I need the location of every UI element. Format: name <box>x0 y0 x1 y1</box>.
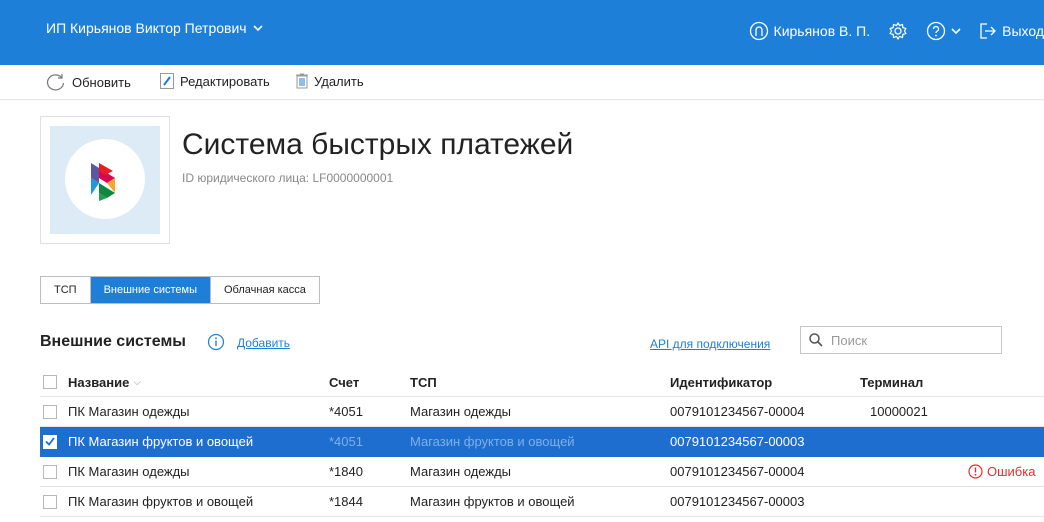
edit-button[interactable]: Редактировать <box>160 73 270 89</box>
organization-name: ИП Кирьянов Виктор Петрович <box>46 20 247 36</box>
cell-identifier: 0079101234567-00004 <box>670 404 805 419</box>
user-icon <box>749 21 768 41</box>
edit-label: Редактировать <box>180 73 270 89</box>
tab-tsp[interactable]: ТСП <box>41 277 90 303</box>
cell-account: *4051 <box>329 434 363 449</box>
column-terminal: Терминал <box>860 374 924 390</box>
sbp-logo-icon <box>91 163 115 201</box>
user-profile[interactable]: Кирьянов В. П. <box>749 21 871 41</box>
cell-tsp: Магазин фруктов и овощей <box>410 494 575 509</box>
user-name: Кирьянов В. П. <box>773 23 871 39</box>
cell-tsp: Магазин одежды <box>410 464 511 479</box>
api-link[interactable]: API для подключения <box>650 337 770 351</box>
checkmark-icon <box>45 437 55 446</box>
cell-tsp: Магазин фруктов и овощей <box>410 434 575 449</box>
cell-identifier: 0079101234567-00003 <box>670 434 805 449</box>
toolbar: Обновить Редактировать Удалить <box>0 65 1044 100</box>
row-checkbox-checked[interactable] <box>43 434 57 449</box>
delete-button[interactable]: Удалить <box>296 73 364 89</box>
cell-name: ПК Магазин одежды <box>68 404 190 419</box>
search-icon <box>809 333 823 347</box>
tab-cloud-cashbox[interactable]: Облачная касса <box>209 277 319 303</box>
table-row[interactable]: ПК Магазин одежды *4051 Магазин одежды 0… <box>40 397 1044 427</box>
error-icon <box>968 464 983 479</box>
delete-label: Удалить <box>314 73 364 89</box>
logout-icon <box>980 23 997 39</box>
cell-account: *4051 <box>329 404 363 419</box>
table-row-selected[interactable]: ПК Магазин фруктов и овощей *4051 Магази… <box>40 427 1044 457</box>
error-status[interactable]: Ошибка <box>968 457 1035 486</box>
column-tsp: ТСП <box>410 374 437 390</box>
refresh-label: Обновить <box>72 74 131 90</box>
cell-name: ПК Магазин фруктов и овощей <box>68 494 254 509</box>
cell-account: *1840 <box>329 464 363 479</box>
cell-tsp: Магазин одежды <box>410 404 511 419</box>
organization-selector[interactable]: ИП Кирьянов Виктор Петрович <box>46 20 263 36</box>
select-all-checkbox[interactable] <box>43 375 57 389</box>
cell-name: ПК Магазин одежды <box>68 464 190 479</box>
settings-button[interactable] <box>888 21 908 41</box>
row-checkbox[interactable] <box>43 464 57 479</box>
sbp-logo <box>65 139 145 219</box>
trash-icon <box>296 73 308 89</box>
cell-identifier: 0079101234567-00004 <box>670 464 805 479</box>
add-link[interactable]: Добавить <box>237 336 290 350</box>
row-checkbox[interactable] <box>43 404 57 419</box>
exit-label: Выход <box>1002 23 1044 39</box>
cell-terminal: 10000021 <box>870 404 928 419</box>
column-account: Счет <box>329 374 360 390</box>
tab-external-systems[interactable]: Внешние системы <box>89 277 210 303</box>
search-input[interactable] <box>829 331 993 349</box>
chevron-down-icon <box>951 27 961 34</box>
cell-account: *1844 <box>329 494 363 509</box>
tab-bar: ТСП Внешние системы Облачная касса <box>40 276 320 304</box>
error-label: Ошибка <box>987 464 1036 479</box>
entity-id: ID юридического лица: LF0000000001 <box>182 171 394 185</box>
refresh-button[interactable]: Обновить <box>46 73 131 91</box>
sort-icon: ⌵ <box>133 376 141 388</box>
top-bar: ИП Кирьянов Виктор Петрович Кирьянов В. … <box>0 0 1044 65</box>
external-systems-table: Название ⌵ Счет ТСП Идентификатор Термина… <box>40 368 1044 517</box>
page-title: Система быстрых платежей <box>182 128 574 161</box>
column-name[interactable]: Название ⌵ <box>68 368 141 396</box>
sbp-logo-card <box>40 116 170 244</box>
table-row[interactable]: ПК Магазин одежды *1840 Магазин одежды 0… <box>40 457 1044 487</box>
search-box <box>800 326 1002 354</box>
column-identifier: Идентификатор <box>670 374 773 390</box>
chevron-down-icon <box>253 24 263 31</box>
help-icon <box>926 21 946 41</box>
refresh-icon <box>46 74 65 91</box>
help-button[interactable] <box>926 21 961 41</box>
table-row[interactable]: ПК Магазин фруктов и овощей *1844 Магази… <box>40 487 1044 517</box>
gear-icon <box>889 21 907 41</box>
section-title: Внешние системы <box>40 333 186 350</box>
table-header: Название ⌵ Счет ТСП Идентификатор Термина… <box>40 368 1044 397</box>
pencil-icon <box>160 73 174 89</box>
exit-button[interactable]: Выход <box>979 22 1044 40</box>
info-icon[interactable] <box>207 333 225 351</box>
cell-name: ПК Магазин фруктов и овощей <box>68 434 254 449</box>
row-checkbox[interactable] <box>43 494 57 509</box>
cell-identifier: 0079101234567-00003 <box>670 494 805 509</box>
